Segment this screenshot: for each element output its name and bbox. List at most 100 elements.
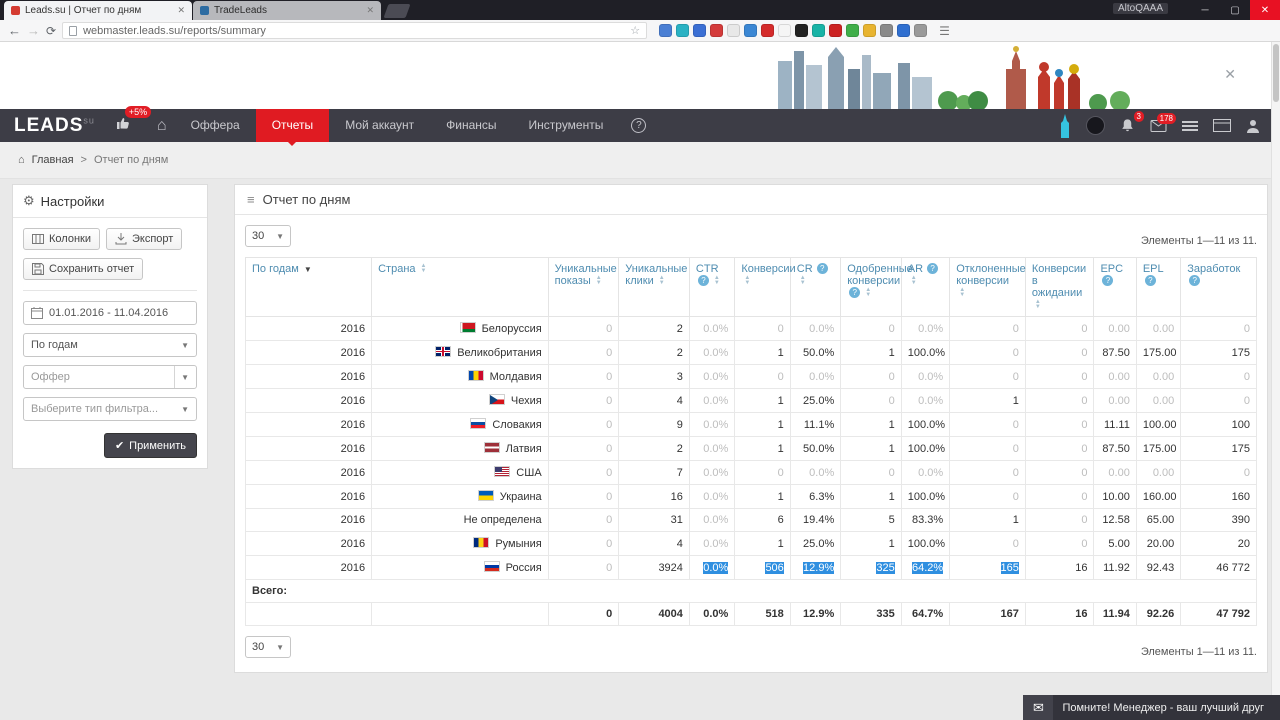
help-icon[interactable]: ? [697, 275, 709, 286]
offer-filter-input[interactable]: Оффер ▼ [23, 365, 197, 389]
browser-scrollbar[interactable] [1271, 42, 1280, 720]
column-header[interactable]: Отклоненные конверсии ▲ ▼ [949, 257, 1026, 317]
extension-icon[interactable] [693, 24, 707, 37]
extension-icon[interactable] [710, 24, 724, 37]
date-range-input[interactable]: 01.01.2016 - 11.04.2016 [23, 301, 197, 325]
banner-close-icon[interactable]: ✕ [1224, 66, 1236, 83]
extension-icon[interactable] [880, 24, 894, 37]
tower-icon[interactable] [1059, 113, 1071, 138]
browser-menu-icon[interactable]: ☰ [939, 24, 950, 38]
cell-country: Молдавия [371, 364, 549, 389]
extension-icon[interactable] [863, 24, 877, 37]
new-tab-button[interactable] [383, 4, 411, 18]
breadcrumb-home-link[interactable]: Главная [32, 154, 74, 166]
page-size-select[interactable]: 30 ▼ [245, 225, 291, 247]
column-label: Уникальные показы [554, 263, 617, 287]
nav-item-account[interactable]: Мой аккаунт [329, 109, 430, 142]
value-text: 0.0% [918, 394, 944, 407]
url-text[interactable]: webmaster.leads.su/reports/summary [83, 25, 266, 37]
extension-icon[interactable] [829, 24, 843, 37]
extension-icon[interactable] [846, 24, 860, 37]
cell-value: 0 [547, 316, 620, 341]
extension-icon[interactable] [812, 24, 826, 37]
help-icon[interactable]: ? [1189, 275, 1201, 286]
city-banner-image [778, 46, 1130, 109]
extensions-area [659, 24, 928, 37]
reload-button[interactable]: ⟳ [46, 24, 56, 38]
export-button[interactable]: Экспорт [105, 228, 183, 250]
home-icon[interactable]: ⌂ [157, 117, 167, 135]
breadcrumb-home-icon[interactable]: ⌂ [18, 154, 25, 166]
user-icon[interactable] [1246, 119, 1260, 133]
extension-icon[interactable] [914, 24, 928, 37]
filter-type-select[interactable]: Выберите тип фильтра... ▼ [23, 397, 197, 421]
apply-button[interactable]: ✔ Применить [103, 433, 197, 458]
extension-icon[interactable] [897, 24, 911, 37]
nav-item-reports[interactable]: Отчеты [255, 109, 330, 146]
manager-tooltip[interactable]: ✉ Помните! Менеджер - ваш лучший друг [1023, 695, 1280, 720]
extension-icon[interactable] [778, 24, 792, 37]
avatar[interactable] [1086, 116, 1105, 135]
column-header[interactable]: По годам ▼ [244, 257, 373, 317]
cell-year: 2016 [244, 340, 373, 365]
help-icon[interactable]: ? [927, 263, 939, 274]
browser-tab[interactable]: TradeLeads ✕ [193, 1, 381, 20]
sort-desc-icon: ▼ [303, 265, 312, 274]
column-header[interactable]: CR? ▲ ▼ [789, 257, 842, 317]
url-bar[interactable]: webmaster.leads.su/reports/summary ☆ [62, 22, 648, 39]
value-text: 1 [777, 537, 784, 550]
list-icon[interactable] [1182, 120, 1198, 132]
extension-icon[interactable] [727, 24, 741, 37]
scrollbar-thumb[interactable] [1273, 44, 1279, 102]
nav-item-tools[interactable]: Инструменты [513, 109, 620, 142]
column-header[interactable]: Уникальные показы ▲ ▼ [547, 257, 620, 317]
group-by-select[interactable]: По годам ▼ [23, 333, 197, 357]
maximize-button[interactable]: ▢ [1220, 0, 1250, 20]
cell-value: 5 [840, 508, 902, 532]
columns-button[interactable]: Колонки [23, 228, 100, 250]
likes-indicator[interactable]: +5% [115, 106, 152, 136]
column-header[interactable]: CTR? ▲ ▼ [688, 257, 736, 317]
close-window-button[interactable]: ✕ [1250, 0, 1280, 20]
help-icon[interactable]: ? [816, 263, 828, 274]
messages-icon[interactable]: 178 [1150, 112, 1176, 132]
bookmark-star-icon[interactable]: ☆ [630, 24, 640, 37]
back-button[interactable]: ← [8, 24, 21, 37]
column-header[interactable]: Страна ▲ ▼ [371, 257, 549, 317]
forward-button[interactable]: → [27, 24, 40, 37]
column-header[interactable]: AR? ▲ ▼ [900, 257, 951, 317]
value-text: 0.0% [703, 442, 729, 455]
tab-close-icon[interactable]: ✕ [366, 5, 374, 16]
browser-tab[interactable]: Leads.su | Отчет по дням ✕ [4, 1, 192, 20]
help-icon[interactable]: ? [1144, 275, 1156, 286]
export-button-label: Экспорт [131, 233, 174, 245]
minimize-button[interactable]: ─ [1190, 0, 1220, 20]
extension-icon[interactable] [676, 24, 690, 37]
extension-icon[interactable] [744, 24, 758, 37]
help-icon[interactable]: ? [631, 118, 647, 133]
help-icon[interactable]: ? [1102, 275, 1114, 286]
save-report-button[interactable]: Сохранить отчет [23, 258, 144, 280]
notifications-bell-icon[interactable]: 3 [1120, 111, 1144, 133]
nav-item-finance[interactable]: Финансы [430, 109, 512, 142]
column-header[interactable]: Конверсии в ожидании ▲ ▼ [1024, 257, 1095, 317]
extension-icon[interactable] [795, 24, 809, 37]
extension-icon[interactable] [761, 24, 775, 37]
nav-item-offers[interactable]: Оффера [175, 109, 256, 142]
page-size-select-bottom[interactable]: 30 ▼ [245, 636, 291, 658]
value-text: 390 [1231, 514, 1250, 526]
extension-icon[interactable] [659, 24, 673, 37]
column-header[interactable]: Уникальные клики ▲ ▼ [618, 257, 690, 317]
panels-icon[interactable] [1213, 119, 1231, 132]
cell-year: 2016 [244, 316, 373, 341]
help-icon[interactable]: ? [849, 287, 861, 298]
cell-value: 0 [547, 460, 620, 485]
column-header[interactable]: Одобренные конверсии? ▲ ▼ [840, 257, 913, 317]
logo[interactable]: LEADSsu [14, 115, 95, 137]
cell-value: 0 [840, 364, 902, 389]
column-header[interactable]: Конверсии ▲ ▼ [734, 257, 796, 317]
column-header: EPC? [1093, 257, 1137, 317]
tab-close-icon[interactable]: ✕ [177, 5, 185, 16]
table-row: 2016 Россия 0 3924 0.0% 506 12.9% 325 64.2% 165 16… [244, 555, 1257, 580]
chevron-down-icon[interactable]: ▼ [174, 366, 189, 388]
